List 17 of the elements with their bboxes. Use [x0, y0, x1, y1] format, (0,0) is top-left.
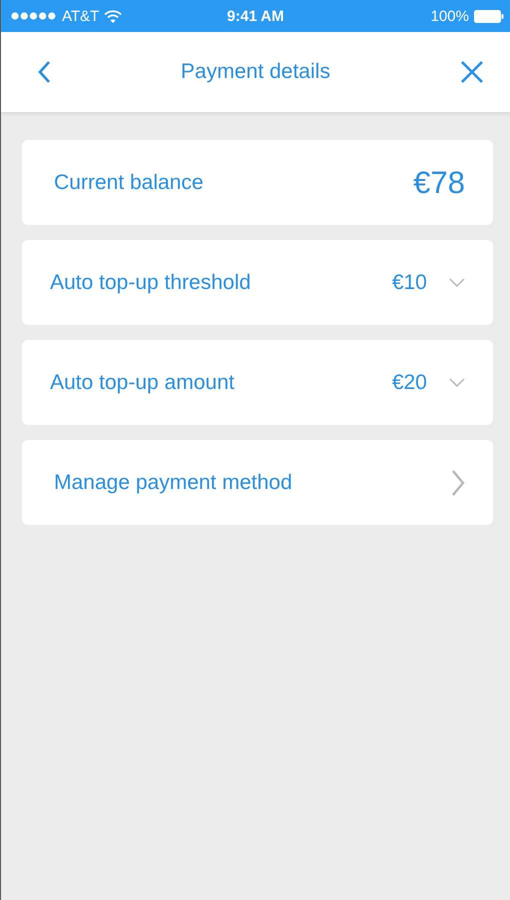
- balance-value: €78: [413, 164, 465, 200]
- wifi-icon: [104, 10, 122, 22]
- link-row[interactable]: Manage payment method: [22, 440, 493, 525]
- screen-title: Payment details: [180, 60, 330, 84]
- row-label: Current balance: [53, 170, 204, 194]
- battery-icon: [474, 10, 504, 22]
- signal-icon: [11, 12, 57, 20]
- status-time: 9:41 AM: [227, 8, 284, 24]
- dropdown-row[interactable]: Auto top-up amount €20: [22, 340, 493, 425]
- carrier-name: AT&T: [62, 8, 100, 24]
- chevron-down-icon: [449, 278, 465, 287]
- chevron-down-icon: [449, 378, 465, 387]
- chevron-right-icon: [451, 468, 465, 496]
- battery-percent: 100%: [430, 8, 469, 24]
- back-button[interactable]: [37, 60, 51, 84]
- close-button[interactable]: [460, 60, 484, 84]
- dropdown-row[interactable]: Auto top-up threshold €10: [22, 240, 493, 325]
